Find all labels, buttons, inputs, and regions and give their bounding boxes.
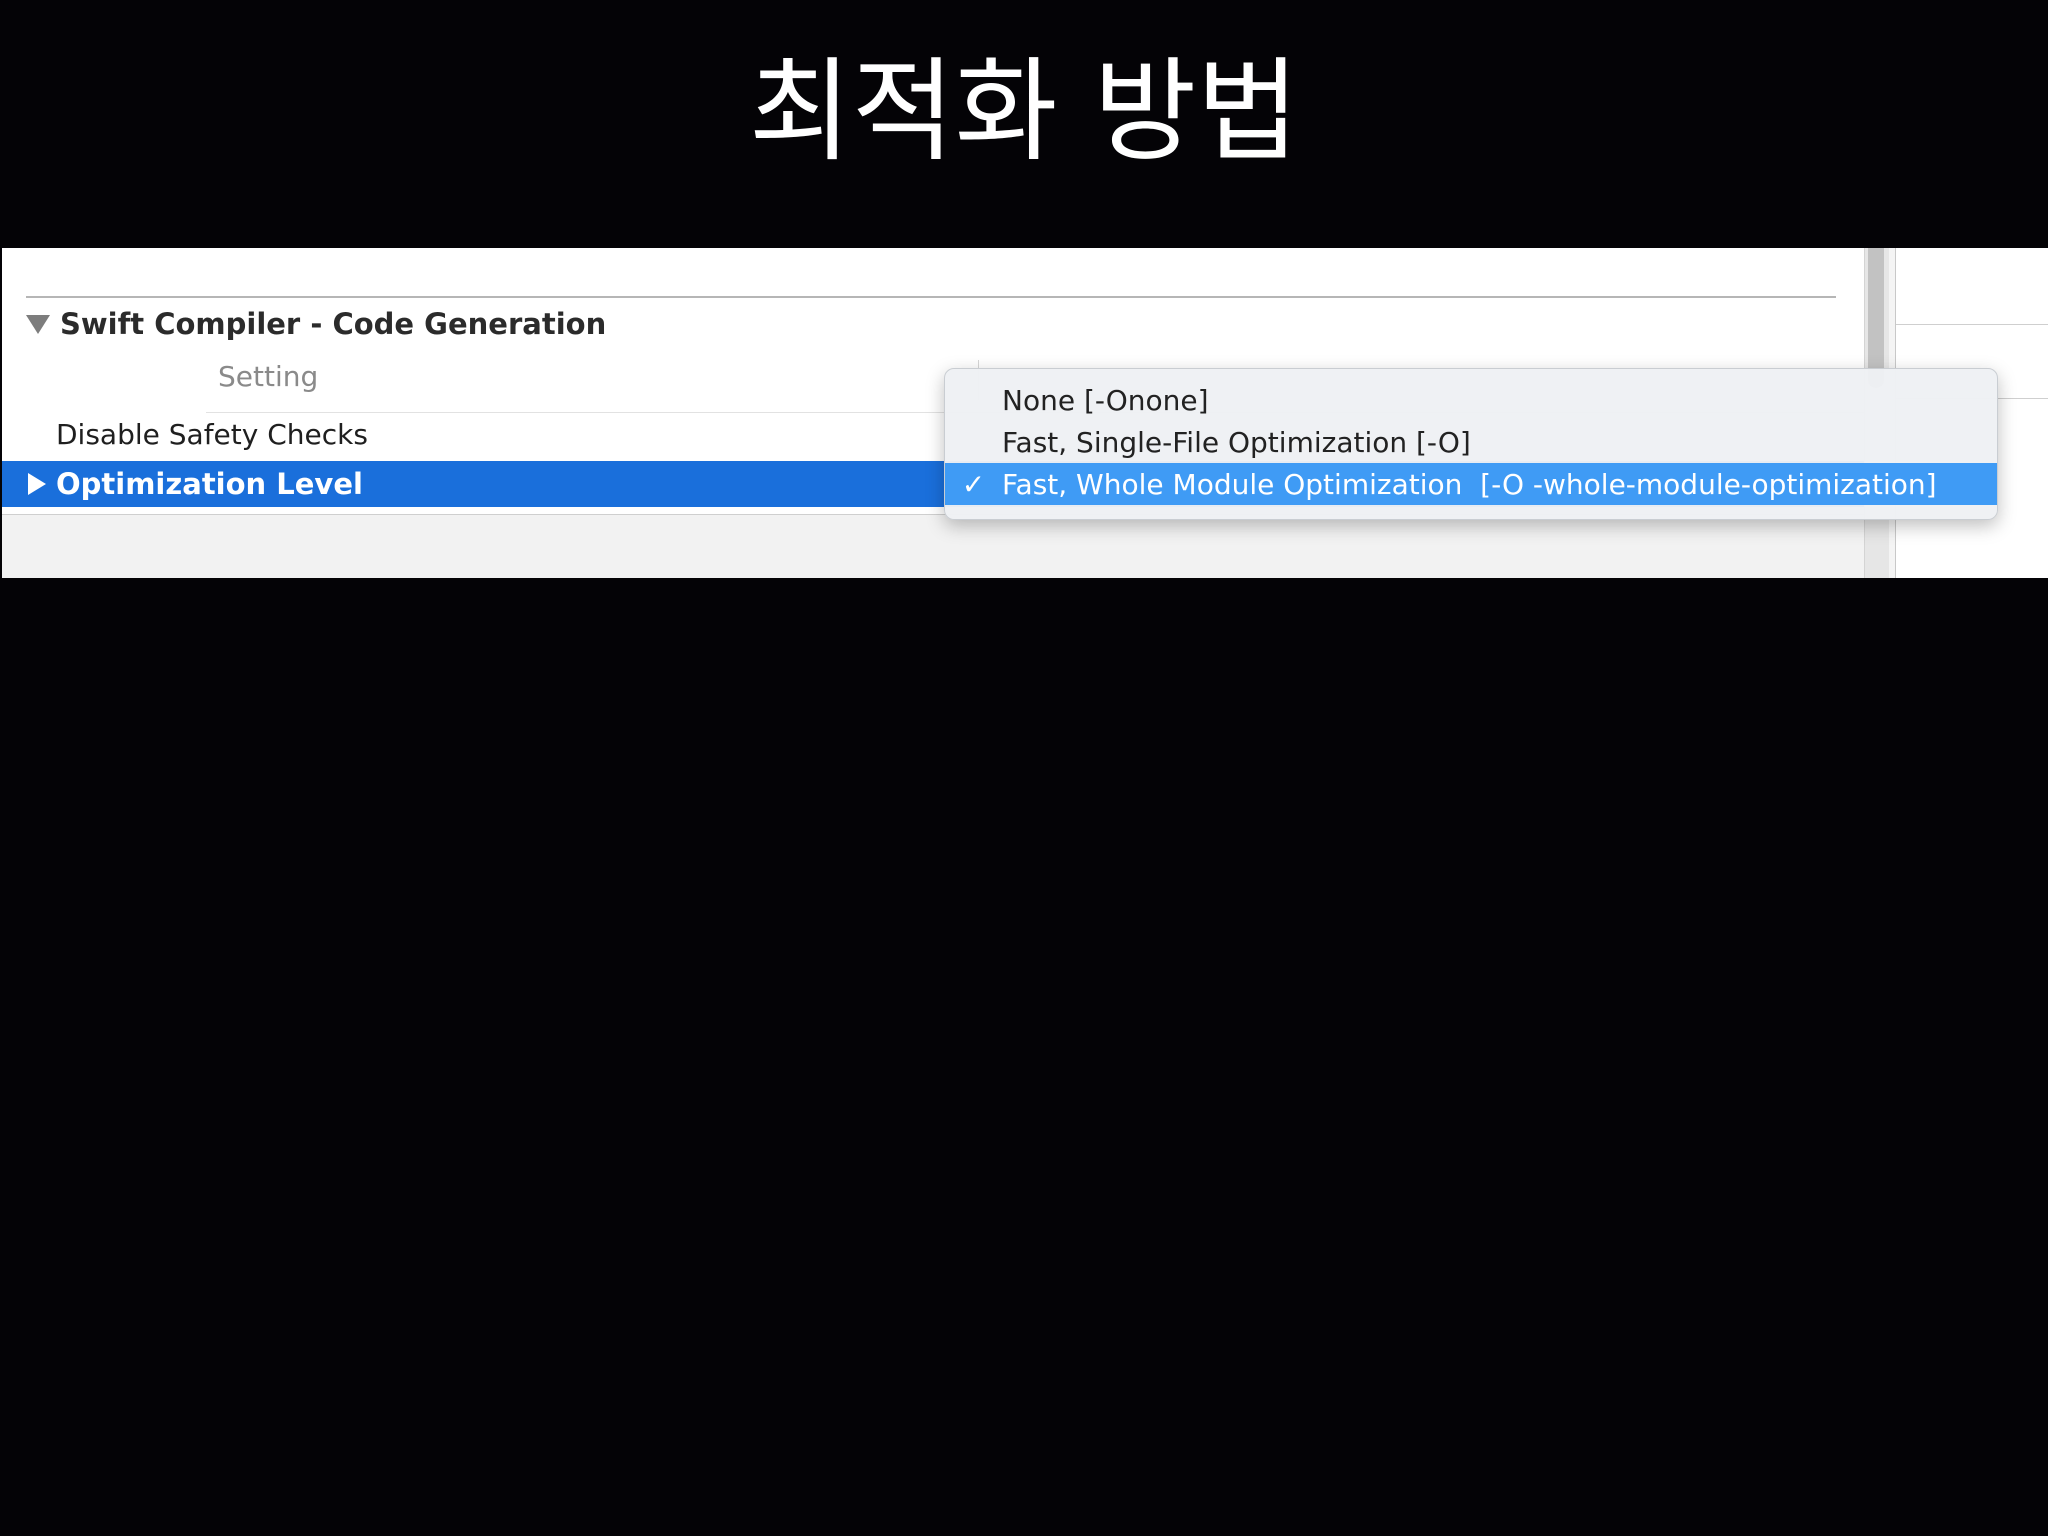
setting-row-disable-safety-checks[interactable]: Disable Safety Checks (56, 418, 368, 451)
menu-item-fast-single-file[interactable]: Fast, Single-File Optimization [-O] (945, 421, 1997, 463)
divider (26, 296, 1836, 298)
menu-item-label: Fast, Single-File Optimization [-O] (1002, 425, 1471, 459)
column-header-setting[interactable]: Setting (218, 360, 318, 393)
menu-item-label: None [-Onone] (1002, 383, 1209, 417)
menu-item-none[interactable]: None [-Onone] (945, 379, 1997, 421)
setting-label: Optimization Level (56, 467, 363, 501)
section-swift-code-generation[interactable]: Swift Compiler - Code Generation (26, 306, 606, 342)
disclosure-triangle-down-icon[interactable] (26, 314, 50, 334)
optimization-level-popup-menu[interactable]: None [-Onone] Fast, Single-File Optimiza… (944, 368, 1998, 520)
divider (1896, 324, 2048, 325)
checkmark-icon: ✓ (961, 467, 986, 501)
section-title: Swift Compiler - Code Generation (60, 307, 607, 341)
editor-footer-area (2, 514, 1864, 578)
slide-title: 최적화 방법 (748, 47, 1300, 177)
disclosure-triangle-right-icon[interactable] (28, 473, 46, 495)
menu-item-label: Fast, Whole Module Optimization [-O -who… (1002, 467, 1937, 501)
menu-item-fast-whole-module[interactable]: ✓ Fast, Whole Module Optimization [-O -w… (945, 463, 1997, 505)
scrollbar-thumb[interactable] (1868, 248, 1884, 388)
